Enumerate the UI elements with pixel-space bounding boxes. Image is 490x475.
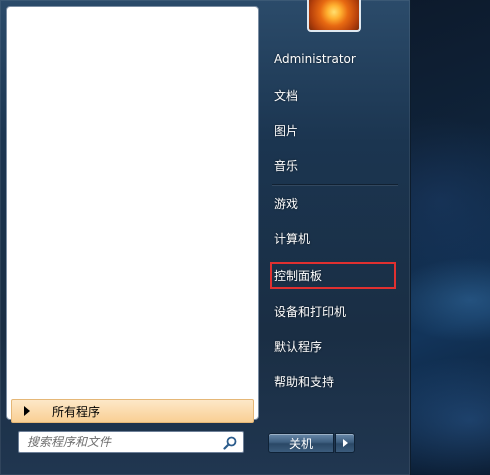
- triangle-right-icon: [342, 439, 348, 447]
- search-box[interactable]: [18, 431, 244, 453]
- all-programs-label: 所有程序: [52, 404, 101, 419]
- all-programs-button[interactable]: 所有程序: [11, 399, 254, 423]
- menu-item-games[interactable]: 游戏: [274, 195, 298, 212]
- flower-avatar-icon[interactable]: [307, 0, 361, 32]
- menu-item-default-programs[interactable]: 默认程序: [274, 338, 322, 355]
- menu-item-documents[interactable]: 文档: [274, 87, 298, 104]
- control-panel-highlight-box: [270, 262, 396, 289]
- menu-item-computer[interactable]: 计算机: [274, 230, 310, 247]
- shutdown-options-button[interactable]: [335, 433, 355, 453]
- search-input[interactable]: [27, 435, 217, 449]
- menu-item-devices-printers[interactable]: 设备和打印机: [274, 303, 346, 320]
- start-menu-left-panel: 所有程序: [6, 6, 259, 423]
- triangle-right-icon: [24, 406, 30, 416]
- start-menu: 所有程序 Administrator 文档 图片 音乐 游戏 计算机 控制面板 …: [0, 0, 411, 475]
- menu-item-pictures[interactable]: 图片: [274, 122, 298, 139]
- menu-separator: [272, 184, 398, 185]
- menu-item-music[interactable]: 音乐: [274, 157, 298, 174]
- pinned-programs-area: [7, 7, 258, 389]
- menu-item-help-support[interactable]: 帮助和支持: [274, 373, 334, 390]
- shutdown-button[interactable]: 关机: [268, 433, 334, 453]
- shutdown-label: 关机: [288, 436, 313, 451]
- search-icon[interactable]: [223, 436, 237, 450]
- user-name-item[interactable]: Administrator: [274, 52, 356, 66]
